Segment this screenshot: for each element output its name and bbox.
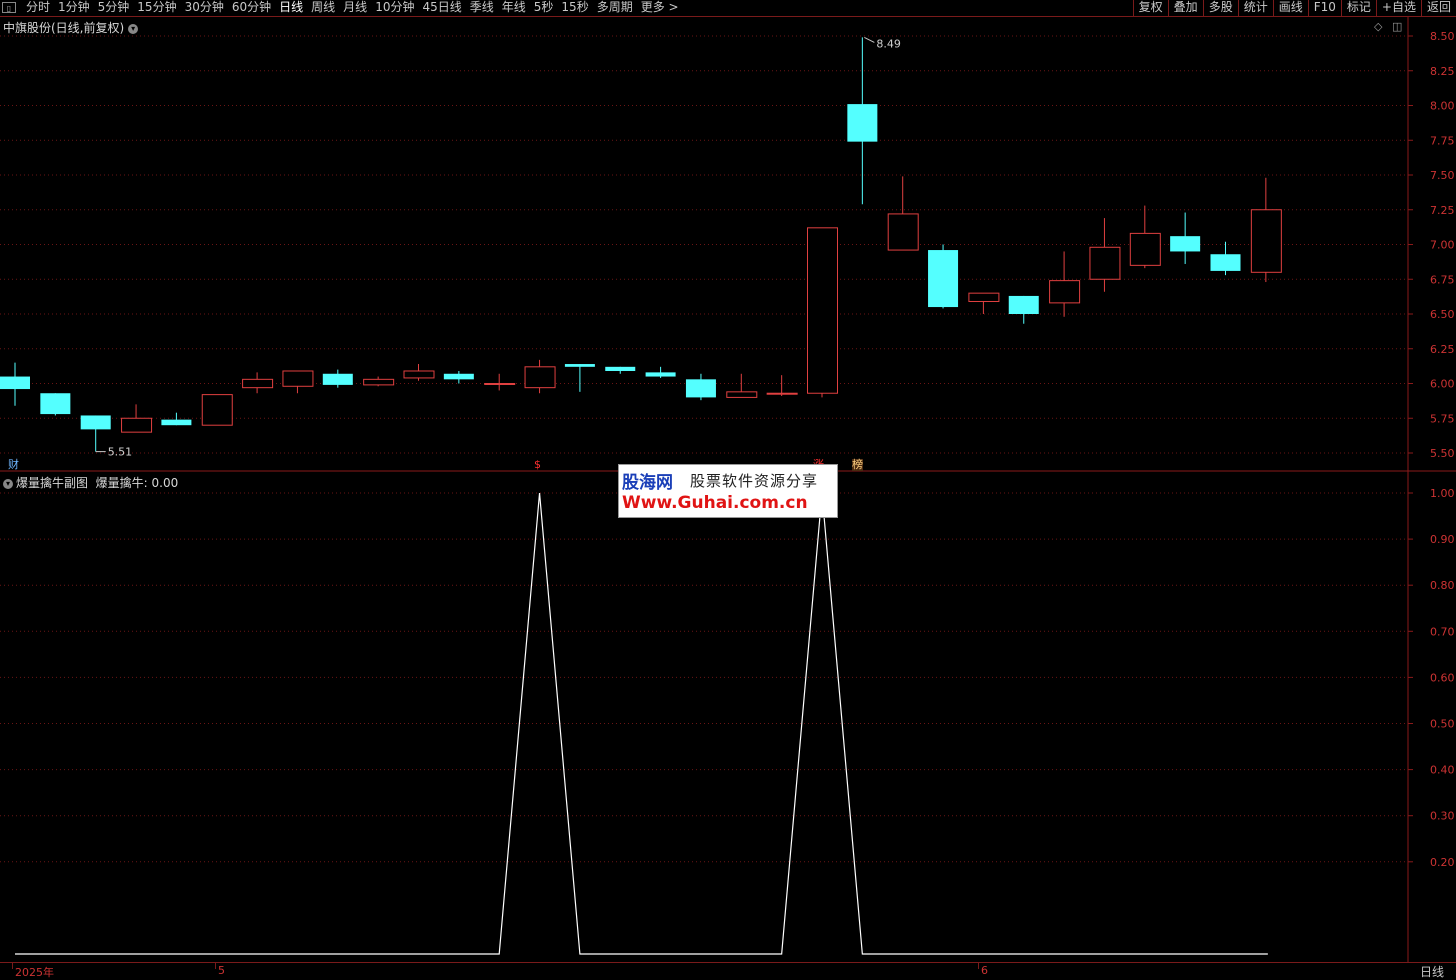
price-axis-label: 8.00 xyxy=(1430,100,1455,113)
candle-body xyxy=(968,292,1000,302)
candle-body xyxy=(807,227,838,394)
candle-body xyxy=(363,378,395,386)
date-label-may: 5 xyxy=(218,964,225,977)
candle-body xyxy=(484,383,516,385)
candle-body xyxy=(726,391,758,398)
price-axis-label: 6.50 xyxy=(1430,308,1455,321)
candle-body xyxy=(685,379,716,398)
candle-body xyxy=(1210,254,1241,271)
price-axis-label: 7.25 xyxy=(1430,204,1455,217)
candle-body xyxy=(1170,236,1201,252)
indicator-axis-label: 0.30 xyxy=(1430,810,1455,823)
low-label: 5.51 xyxy=(108,446,133,459)
indicator-axis-label: 0.80 xyxy=(1430,579,1455,592)
candle-body xyxy=(0,376,30,390)
date-label-2025: 2025年 xyxy=(15,966,54,979)
price-axis-label: 7.00 xyxy=(1430,239,1455,252)
candle-body xyxy=(242,378,274,389)
indicator-axis-label: 0.90 xyxy=(1430,533,1455,546)
candle-body xyxy=(1008,295,1039,314)
candle-body xyxy=(564,364,595,367)
candle-body xyxy=(766,392,798,395)
candle-body xyxy=(1089,246,1121,280)
candle-body xyxy=(1129,232,1161,266)
candle-body xyxy=(847,104,878,142)
candle-body xyxy=(403,370,435,379)
price-axis-label: 7.50 xyxy=(1430,169,1455,182)
candle-body xyxy=(40,393,71,415)
price-axis-label: 5.50 xyxy=(1430,447,1455,460)
price-axis-label: 8.50 xyxy=(1430,30,1455,43)
date-label-june: 6 xyxy=(981,964,988,977)
high-label: 8.49 xyxy=(876,37,901,50)
watermark: 股海网 股票软件资源分享 Www.Guhai.com.cn xyxy=(618,464,838,518)
marker-bang[interactable]: 榜 xyxy=(852,459,863,471)
candle-body xyxy=(121,417,153,433)
price-axis-label: 7.75 xyxy=(1430,134,1455,147)
indicator-axis-label: 0.40 xyxy=(1430,764,1455,777)
price-axis-label: 5.75 xyxy=(1430,412,1455,425)
candle-body xyxy=(928,250,959,308)
candle-body xyxy=(161,419,192,426)
candle-body xyxy=(443,373,474,380)
candle-body xyxy=(1250,209,1282,273)
indicator-axis-label: 1.00 xyxy=(1430,487,1455,500)
date-tick xyxy=(12,963,13,969)
candle-body xyxy=(1049,280,1081,304)
indicator-line xyxy=(15,492,1268,955)
candle-body xyxy=(80,415,111,430)
price-axis-label: 6.75 xyxy=(1430,273,1455,286)
period-indicator[interactable]: 日线 xyxy=(1420,963,1444,980)
candle-body xyxy=(645,372,676,377)
marker-s[interactable]: $ xyxy=(534,459,541,471)
date-tick xyxy=(978,963,979,969)
indicator-axis-label: 0.20 xyxy=(1430,856,1455,869)
watermark-slogan: 股票软件资源分享 xyxy=(690,472,819,490)
marker-cai[interactable]: 财 xyxy=(8,459,19,471)
candle-body xyxy=(282,370,314,387)
candle-body xyxy=(201,394,233,426)
candle-body xyxy=(887,213,919,251)
indicator-axis-label: 0.50 xyxy=(1430,718,1455,731)
watermark-logo: 股海网 xyxy=(622,473,673,493)
price-axis-label: 6.00 xyxy=(1430,378,1455,391)
indicator-axis-label: 0.70 xyxy=(1430,625,1455,638)
date-axis: 2025年 5 6 xyxy=(0,962,1456,980)
price-axis-label: 6.25 xyxy=(1430,343,1455,356)
date-tick xyxy=(215,963,216,969)
candle-body xyxy=(605,366,636,371)
candle-body xyxy=(322,373,353,385)
watermark-url: Www.Guhai.com.cn xyxy=(622,493,808,513)
candle-body xyxy=(524,366,556,389)
indicator-axis-label: 0.60 xyxy=(1430,671,1455,684)
price-axis-label: 8.25 xyxy=(1430,65,1455,78)
high-pointer xyxy=(864,36,875,43)
